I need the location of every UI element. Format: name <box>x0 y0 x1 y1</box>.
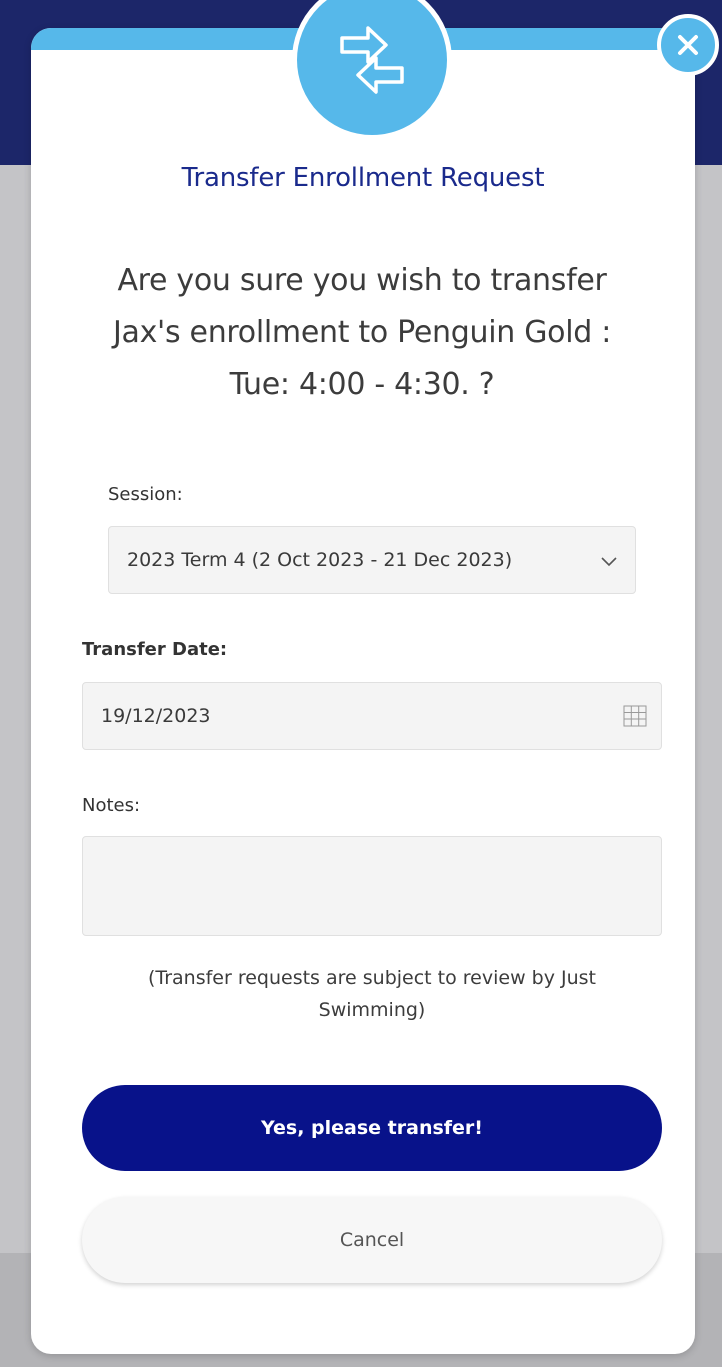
notes-label: Notes: <box>82 795 141 816</box>
confirm-transfer-button[interactable]: Yes, please transfer! <box>82 1085 662 1171</box>
session-select[interactable]: 2023 Term 4 (2 Oct 2023 - 21 Dec 2023) <box>108 526 636 594</box>
session-label: Session: <box>108 484 183 505</box>
dialog-title: Transfer Enrollment Request <box>181 163 545 193</box>
close-icon <box>678 35 698 55</box>
notes-textarea[interactable] <box>82 836 662 936</box>
session-value: 2023 Term 4 (2 Oct 2023 - 21 Dec 2023) <box>127 549 513 571</box>
transfer-date-input[interactable]: 19/12/2023 <box>82 682 662 750</box>
transfer-date-label: Transfer Date: <box>82 639 228 660</box>
calendar-icon[interactable] <box>623 705 647 727</box>
transfer-date-value: 19/12/2023 <box>101 705 211 727</box>
confirmation-question: Are you sure you wish to transfer Jax's … <box>112 263 612 402</box>
cancel-button[interactable]: Cancel <box>82 1197 662 1283</box>
review-disclaimer: (Transfer requests are subject to review… <box>147 967 596 1021</box>
chevron-down-icon <box>601 557 617 567</box>
close-button[interactable] <box>657 14 719 76</box>
